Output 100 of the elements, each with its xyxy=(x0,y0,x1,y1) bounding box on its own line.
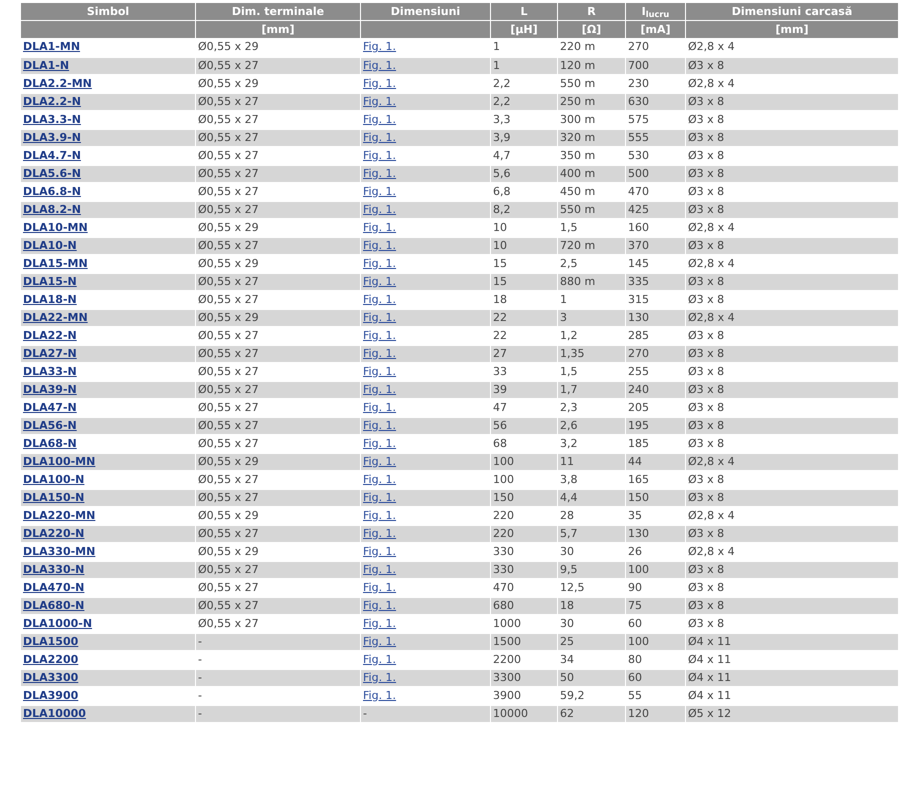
table-cell: - xyxy=(198,652,202,666)
figure-link[interactable]: Fig. 1. xyxy=(363,454,396,468)
table-cell: 1000 xyxy=(493,616,521,630)
table-cell: 35 xyxy=(628,508,642,522)
figure-link[interactable]: Fig. 1. xyxy=(363,58,396,72)
table-cell: Ø3 x 8 xyxy=(688,490,724,504)
table-cell: 3900 xyxy=(493,688,521,702)
table-cell: Ø2,8 x 4 xyxy=(688,310,735,324)
figure-link[interactable]: Fig. 1. xyxy=(363,292,396,306)
table-cell: 2,3 xyxy=(560,400,578,414)
figure-link[interactable]: Fig. 1. xyxy=(363,328,396,342)
table-cell: 1500 xyxy=(493,634,521,648)
figure-link[interactable]: Fig. 1. xyxy=(363,652,396,666)
figure-link[interactable]: Fig. 1. xyxy=(363,94,396,108)
figure-link[interactable]: Fig. 1. xyxy=(363,220,396,234)
table-cell: 315 xyxy=(628,292,649,306)
figure-link[interactable]: Fig. 1. xyxy=(363,598,396,612)
table-cell: 12,5 xyxy=(560,580,584,594)
figure-link[interactable]: Fig. 1. xyxy=(363,76,396,90)
table-cell: Ø0,55 x 29 xyxy=(198,310,259,324)
table-cell: 100 xyxy=(493,472,514,486)
figure-link[interactable]: Fig. 1. xyxy=(363,274,396,288)
table-cell: Ø3 x 8 xyxy=(688,418,724,432)
table-cell: 530 xyxy=(628,148,649,162)
figure-link[interactable]: Fig. 1. xyxy=(363,508,396,522)
table-cell: Ø0,55 x 27 xyxy=(198,526,259,540)
figure-link[interactable]: Fig. 1. xyxy=(363,238,396,252)
table-cell: 30 xyxy=(560,544,574,558)
table-cell: Ø2,8 x 4 xyxy=(688,220,735,234)
column-header: Dimensiuni carcasă xyxy=(732,4,852,18)
table-cell: Ø0,55 x 27 xyxy=(198,112,259,126)
figure-link[interactable]: Fig. 1. xyxy=(363,184,396,198)
table-cell: 320 m xyxy=(560,130,596,144)
table-cell: 56 xyxy=(493,418,507,432)
table-cell: - xyxy=(198,670,202,684)
figure-link[interactable]: Fig. 1. xyxy=(363,472,396,486)
figure-link[interactable]: Fig. 1. xyxy=(363,346,396,360)
figure-link[interactable]: Fig. 1. xyxy=(363,544,396,558)
column-header: Dimensiuni xyxy=(390,4,460,18)
figure-link[interactable]: Fig. 1. xyxy=(363,400,396,414)
figure-link[interactable]: Fig. 1. xyxy=(363,202,396,216)
figure-link[interactable]: Fig. 1. xyxy=(363,616,396,630)
table-cell: 100 xyxy=(628,562,649,576)
table-cell: - xyxy=(198,634,202,648)
table-cell: 720 m xyxy=(560,238,596,252)
figure-link[interactable]: Fig. 1. xyxy=(363,526,396,540)
column-header: Simbol xyxy=(86,4,130,18)
figure-link[interactable]: Fig. 1. xyxy=(363,670,396,684)
figure-link[interactable]: Fig. 1. xyxy=(363,634,396,648)
table-cell: Ø0,55 x 27 xyxy=(198,238,259,252)
figure-link[interactable]: Fig. 1. xyxy=(363,364,396,378)
table-cell: - xyxy=(198,706,202,720)
table-cell: 470 xyxy=(493,580,514,594)
figure-link[interactable]: Fig. 1. xyxy=(363,382,396,396)
column-header: Dim. terminale xyxy=(232,4,324,18)
table-cell: Ø0,55 x 27 xyxy=(198,400,259,414)
table-cell: Ø2,8 x 4 xyxy=(688,544,735,558)
table-cell: 250 m xyxy=(560,94,596,108)
table-cell: 700 xyxy=(628,58,649,72)
table-cell: 50 xyxy=(560,670,574,684)
table-cell: Ø0,55 x 27 xyxy=(198,184,259,198)
table-cell: Ø3 x 8 xyxy=(688,616,724,630)
table-cell: 145 xyxy=(628,256,649,270)
table-cell: 5,6 xyxy=(493,166,510,180)
table-cell: 680 xyxy=(493,598,514,612)
figure-link[interactable]: Fig. 1. xyxy=(363,130,396,144)
table-cell: Ø0,55 x 27 xyxy=(198,274,259,288)
table-cell: Ø4 x 11 xyxy=(688,634,732,648)
table-cell: 1,5 xyxy=(560,220,578,234)
table-cell: 285 xyxy=(628,328,649,342)
table-cell: 240 xyxy=(628,382,649,396)
figure-link[interactable]: Fig. 1. xyxy=(363,436,396,450)
column-header: I$_{lucru}$ xyxy=(642,4,670,18)
figure-link[interactable]: Fig. 1. xyxy=(363,40,396,54)
table-cell: 130 xyxy=(628,526,649,540)
table-cell: 555 xyxy=(628,130,649,144)
figure-link[interactable]: Fig. 1. xyxy=(363,490,396,504)
figure-link[interactable]: Fig. 1. xyxy=(363,580,396,594)
figure-link[interactable]: Fig. 1. xyxy=(363,562,396,576)
table-cell: 2,2 xyxy=(493,76,510,90)
figure-link[interactable]: Fig. 1. xyxy=(363,418,396,432)
table-cell: Ø3 x 8 xyxy=(688,112,724,126)
figure-link[interactable]: Fig. 1. xyxy=(363,256,396,270)
table-cell: 1,35 xyxy=(560,346,584,360)
figure-link[interactable]: Fig. 1. xyxy=(363,688,396,702)
table-cell: 450 m xyxy=(560,184,596,198)
table-cell: 80 xyxy=(628,652,642,666)
table-cell: Ø2,8 x 4 xyxy=(688,508,735,522)
table-cell: Ø0,55 x 27 xyxy=(198,292,259,306)
table-cell: 8,2 xyxy=(493,202,510,216)
table-cell: Ø0,55 x 27 xyxy=(198,472,259,486)
part-link[interactable]: DLA1-N xyxy=(23,58,70,72)
figure-link[interactable]: Fig. 1. xyxy=(363,148,396,162)
table-cell: 630 xyxy=(628,94,649,108)
figure-link[interactable]: Fig. 1. xyxy=(363,166,396,180)
table-cell: Ø0,55 x 27 xyxy=(198,328,259,342)
figure-link[interactable]: Fig. 1. xyxy=(363,310,396,324)
table-cell: Ø3 x 8 xyxy=(688,328,724,342)
table-cell: 220 m xyxy=(560,40,596,54)
figure-link[interactable]: Fig. 1. xyxy=(363,112,396,126)
